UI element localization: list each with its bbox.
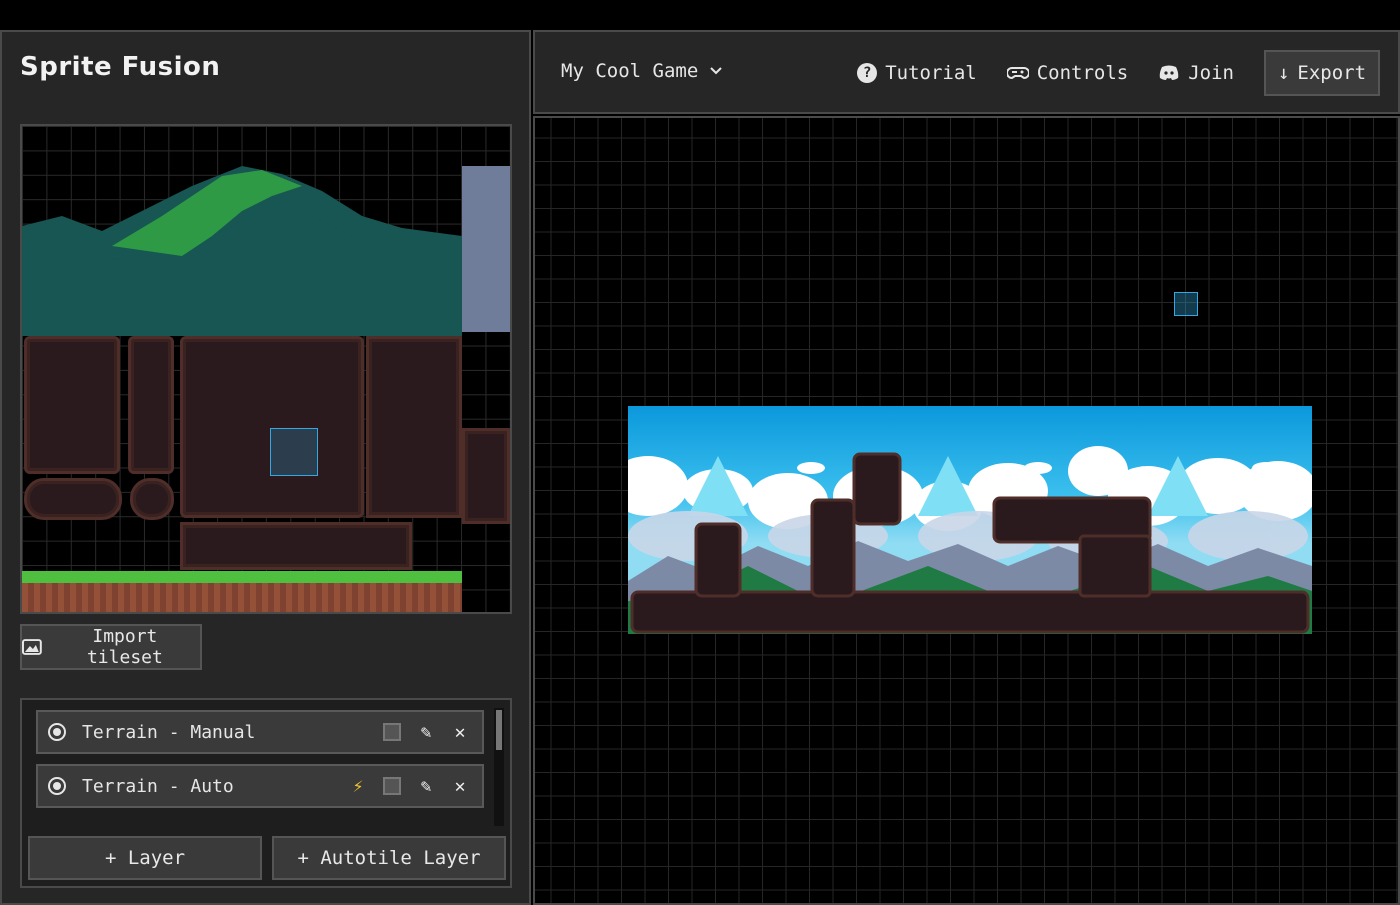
layers-scrollbar[interactable]: [494, 708, 504, 826]
scrollbar-thumb[interactable]: [496, 710, 502, 750]
pencil-icon[interactable]: ✎: [414, 720, 438, 744]
layer-color-icon[interactable]: [380, 774, 404, 798]
import-tileset-label: Import tileset: [86, 626, 163, 668]
discord-icon: [1159, 65, 1179, 80]
help-icon: ?: [857, 63, 878, 83]
layer-row[interactable]: Terrain - Manual ✎ ✕: [36, 710, 484, 754]
project-selector[interactable]: My Cool Game: [561, 60, 722, 82]
add-autotile-layer-button[interactable]: + Autotile Layer: [272, 836, 506, 880]
sky-tile: [462, 166, 510, 332]
layer-name: Terrain - Manual: [82, 721, 256, 743]
close-icon[interactable]: ✕: [448, 720, 472, 744]
layer-row[interactable]: Terrain - Auto ⚡ ✎ ✕: [36, 764, 484, 808]
map-canvas[interactable]: [533, 116, 1400, 905]
top-bar: My Cool Game ? Tutorial Controls Join ↓ …: [533, 30, 1400, 114]
top-nav: ? Tutorial Controls Join ↓ Export: [857, 50, 1380, 96]
left-sidebar: Sprite Fusion Import tileset Terrain - M…: [0, 30, 531, 905]
tutorial-label: Tutorial: [885, 62, 977, 84]
tile-cursor: [1174, 292, 1198, 316]
rock-tile: [130, 478, 174, 520]
controls-link[interactable]: Controls: [1006, 62, 1129, 84]
controls-label: Controls: [1036, 62, 1129, 84]
close-icon[interactable]: ✕: [448, 774, 472, 798]
image-icon: [22, 639, 42, 655]
join-label: Join: [1188, 62, 1234, 84]
lightning-icon[interactable]: ⚡: [346, 774, 370, 798]
download-icon: ↓: [1277, 62, 1290, 84]
rock-tile: [24, 336, 120, 474]
selected-tile[interactable]: [270, 428, 318, 476]
chevron-down-icon: [710, 67, 722, 75]
app-title: Sprite Fusion: [20, 52, 221, 82]
rock-tile: [180, 522, 412, 570]
export-label: Export: [1297, 62, 1367, 84]
pencil-icon[interactable]: ✎: [414, 774, 438, 798]
game-scene[interactable]: [628, 406, 1312, 634]
rock-tile: [128, 336, 174, 474]
gamepad-icon: [1006, 67, 1029, 80]
project-name: My Cool Game: [561, 60, 699, 82]
scene-artwork: [628, 446, 1312, 634]
rock-tile: [462, 428, 510, 524]
tutorial-link[interactable]: ? Tutorial: [857, 62, 977, 84]
rock-tile: [180, 336, 364, 518]
rock-tile: [24, 478, 122, 520]
grass-tiles: [22, 571, 462, 612]
visibility-icon[interactable]: [48, 777, 66, 795]
export-button[interactable]: ↓ Export: [1264, 50, 1380, 96]
add-layer-button[interactable]: + Layer: [28, 836, 262, 880]
join-link[interactable]: Join: [1158, 62, 1234, 84]
layers-panel: Terrain - Manual ✎ ✕ Terrain - Auto ⚡ ✎ …: [20, 698, 512, 888]
rock-tile: [366, 336, 462, 518]
layer-name: Terrain - Auto: [82, 775, 234, 797]
import-tileset-button[interactable]: Import tileset: [20, 624, 202, 670]
visibility-icon[interactable]: [48, 723, 66, 741]
mountain-tiles: [22, 166, 462, 336]
tileset-preview[interactable]: [20, 124, 512, 614]
layer-color-icon[interactable]: [380, 720, 404, 744]
